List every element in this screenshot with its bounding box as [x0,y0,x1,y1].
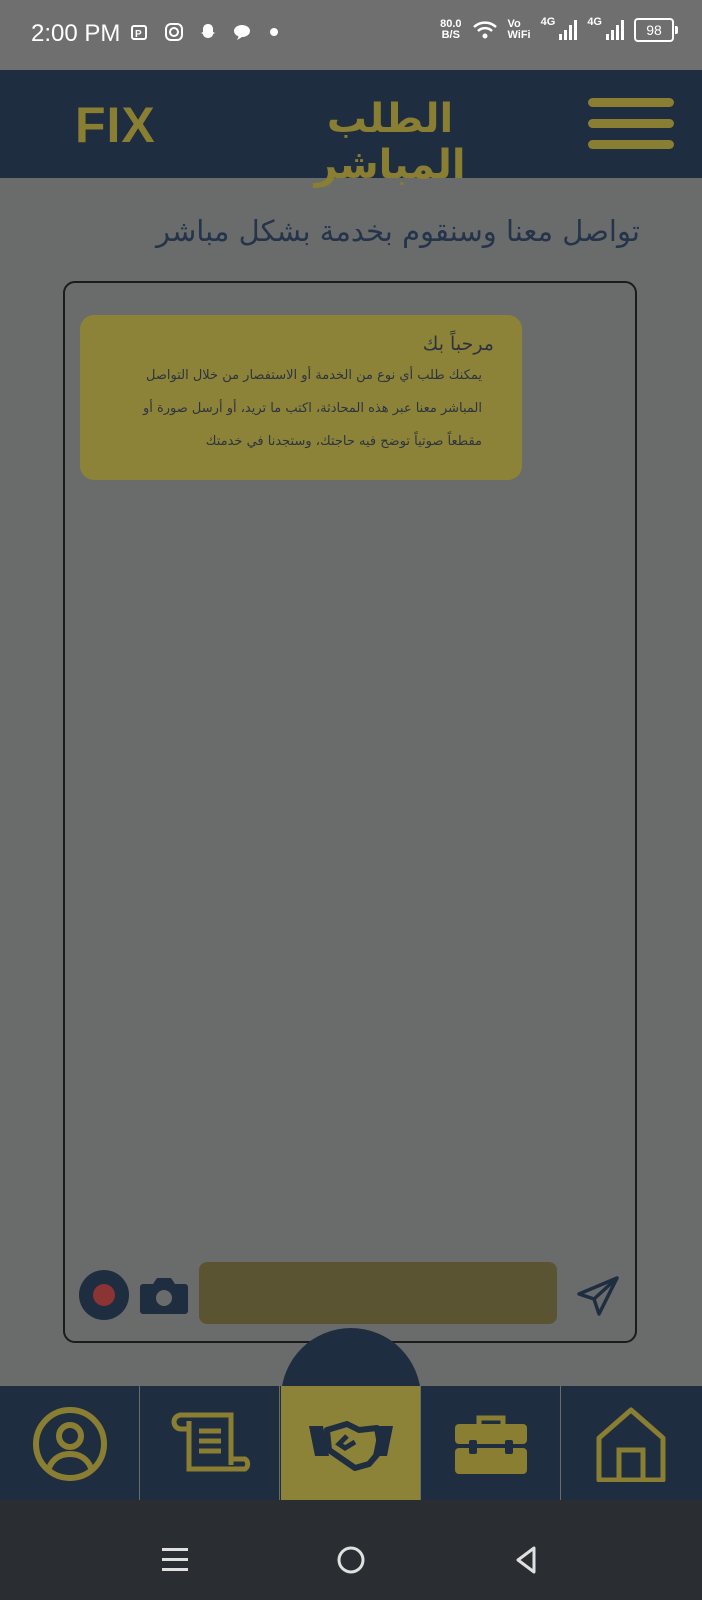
home-icon [596,1407,666,1482]
speed-unit: B/S [441,29,460,41]
system-indicators: 80.0 B/S Vo WiFi 4G 4G 98 [440,16,678,42]
message-line: المباشر معنا عبر هذه المحادثة، اكتب ما ت… [142,401,482,416]
message-line: مقطعاً صوتياً توضح فيه حاجتك، وستجدنا في… [205,434,482,449]
vowifi-indicator: Vo WiFi [508,19,531,41]
record-audio-button[interactable] [79,1270,129,1320]
system-navigation-curve [15,1500,687,1520]
back-triangle-icon [516,1546,536,1574]
scroll-document-icon [171,1412,250,1471]
menu-bar [588,98,674,107]
battery-level: 98 [646,22,662,38]
message-composer [79,1262,619,1326]
hamburger-menu-button[interactable] [588,98,674,150]
camera-icon[interactable] [139,1274,189,1316]
network-speed: 80.0 B/S [440,19,461,41]
instagram-icon [165,23,183,41]
user-circle-icon [32,1406,107,1481]
network-type-2: 4G [587,16,602,28]
chat-container: مرحباً بك يمكنك طلب أي نوع من الخدمة أو … [63,281,637,1343]
send-icon[interactable] [576,1274,620,1318]
signal-strength-icon [559,20,578,40]
back-button[interactable] [506,1540,546,1580]
nav-item-services[interactable] [421,1386,561,1501]
menu-lines-icon [162,1548,188,1571]
menu-bar [588,140,674,149]
chat-bubble-icon [234,25,250,40]
welcome-message-bubble: مرحباً بك يمكنك طلب أي نوع من الخدمة أو … [80,315,522,480]
network-type-1: 4G [540,16,556,28]
status-time: 2:00 PM [31,20,121,47]
message-body: يمكنك طلب أي نوع من الخدمة أو الاستفصار … [102,359,482,458]
app-logo: FIX [75,97,156,153]
bottom-navigation [0,1386,702,1501]
more-notifications-dot [270,28,278,36]
nav-item-direct-request[interactable] [281,1386,421,1501]
status-bar: 2:00 PM P 80.0 B/S Vo WiFi 4G 4G 98 [0,0,702,70]
wifi-icon [472,21,497,39]
circle-icon [337,1546,365,1574]
home-button[interactable] [331,1540,371,1580]
nav-item-home[interactable] [561,1386,701,1501]
signal-strength-icon [606,20,624,40]
recent-apps-button[interactable] [155,1540,195,1580]
message-input[interactable] [199,1262,557,1324]
page-title: الطلب المباشر [314,96,466,188]
parking-app-icon: P [131,25,147,40]
snapchat-icon [201,24,215,38]
wifi-label: WiFi [507,29,531,41]
battery-indicator: 98 [634,18,678,42]
menu-bar [588,119,674,128]
toolbox-icon [454,1415,527,1474]
message-title: مرحباً بك [422,333,494,355]
svg-text:P: P [135,29,142,40]
notification-icons: P [130,22,278,42]
page-subtitle: تواصل معنا وسنقوم بخدمة بشكل مباشر [156,214,640,248]
nav-item-profile[interactable] [0,1386,140,1501]
handshake-icon [308,1420,393,1471]
message-line: يمكنك طلب أي نوع من الخدمة أو الاستفصار … [145,368,482,383]
app-header: FIX الطلب المباشر [0,70,702,188]
nav-item-orders[interactable] [140,1386,280,1501]
